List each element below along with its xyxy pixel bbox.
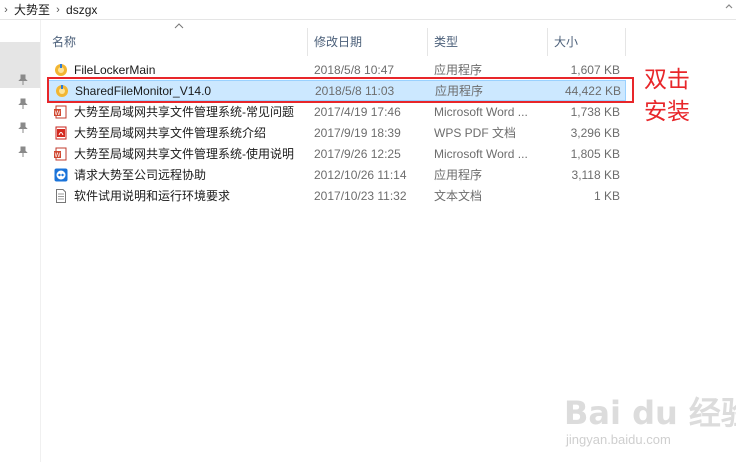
column-size[interactable]: 大小 — [548, 28, 626, 56]
column-header: 名称 修改日期 类型 大小 — [46, 23, 630, 56]
file-type: 应用程序 — [434, 168, 483, 182]
file-date: 2017/9/26 12:25 — [314, 147, 401, 161]
scroll-up-icon[interactable] — [722, 0, 736, 14]
file-size: 3,296 KB — [570, 126, 620, 140]
file-row[interactable]: 软件试用说明和运行环境要求 2017/10/23 11:32 文本文档 1 KB — [48, 186, 626, 207]
file-date: 2017/9/19 18:39 — [314, 126, 401, 140]
file-name[interactable]: 大势至局域网共享文件管理系统-使用说明 — [74, 144, 294, 165]
file-name[interactable]: 软件试用说明和运行环境要求 — [74, 186, 230, 207]
teamviewer-icon — [54, 168, 68, 182]
column-name[interactable]: 名称 — [46, 28, 308, 56]
text-file-icon — [56, 189, 66, 203]
chevron-right-icon[interactable]: › — [52, 4, 64, 16]
pin-icon[interactable] — [18, 74, 28, 86]
watermark-url: jingyan.baidu.com — [566, 432, 671, 447]
file-type: 文本文档 — [434, 189, 483, 203]
file-size: 1,738 KB — [570, 105, 620, 119]
file-type: Microsoft Word ... — [434, 147, 528, 161]
column-type[interactable]: 类型 — [428, 28, 548, 56]
file-row[interactable]: W 大势至局域网共享文件管理系统-常见问题 2017/4/19 17:46 Mi… — [48, 102, 626, 123]
file-date: 2012/10/26 11:14 — [314, 168, 407, 182]
highlight-box — [47, 77, 634, 103]
svg-text:W: W — [55, 152, 61, 159]
file-date: 2017/10/23 11:32 — [314, 189, 407, 203]
file-row[interactable]: 大势至局域网共享文件管理系统介绍 2017/9/19 18:39 WPS PDF… — [48, 123, 626, 144]
breadcrumb-item-root[interactable]: 大势至 — [12, 1, 52, 18]
file-row[interactable]: W 大势至局域网共享文件管理系统-使用说明 2017/9/26 12:25 Mi… — [48, 144, 626, 165]
watermark-logo: Bai du 经验 — [564, 394, 736, 432]
svg-text:W: W — [55, 110, 61, 117]
annotation-line-1: 双击 — [644, 67, 690, 93]
file-name[interactable]: 大势至局域网共享文件管理系统介绍 — [74, 123, 266, 144]
file-type: WPS PDF 文档 — [434, 126, 517, 140]
file-date: 2017/4/19 17:46 — [314, 105, 401, 119]
column-date-modified[interactable]: 修改日期 — [308, 28, 428, 56]
file-size: 1,805 KB — [570, 147, 620, 161]
pin-icon[interactable] — [18, 122, 28, 134]
file-name[interactable]: 大势至局域网共享文件管理系统-常见问题 — [74, 102, 294, 123]
breadcrumb: › 大势至 › dszgx — [0, 0, 736, 20]
word-doc-icon: W — [54, 105, 67, 119]
annotation-line-2: 安装 — [644, 99, 690, 125]
app-icon — [55, 64, 67, 76]
pin-icon[interactable] — [18, 146, 28, 158]
navigation-pane — [0, 20, 41, 462]
pdf-icon — [55, 126, 67, 140]
file-size: 1 KB — [593, 189, 620, 203]
breadcrumb-item-folder[interactable]: dszgx — [64, 3, 99, 17]
file-name[interactable]: 请求大势至公司远程协助 — [74, 165, 206, 186]
file-type: Microsoft Word ... — [434, 105, 528, 119]
file-size: 3,118 KB — [571, 168, 620, 182]
watermark: Bai du 经验 jingyan.baidu.com — [564, 388, 736, 460]
pin-icon[interactable] — [18, 98, 28, 110]
chevron-right-icon[interactable]: › — [0, 4, 12, 16]
word-doc-icon: W — [54, 147, 67, 161]
file-row[interactable]: 请求大势至公司远程协助 2012/10/26 11:14 应用程序 3,118 … — [48, 165, 626, 186]
